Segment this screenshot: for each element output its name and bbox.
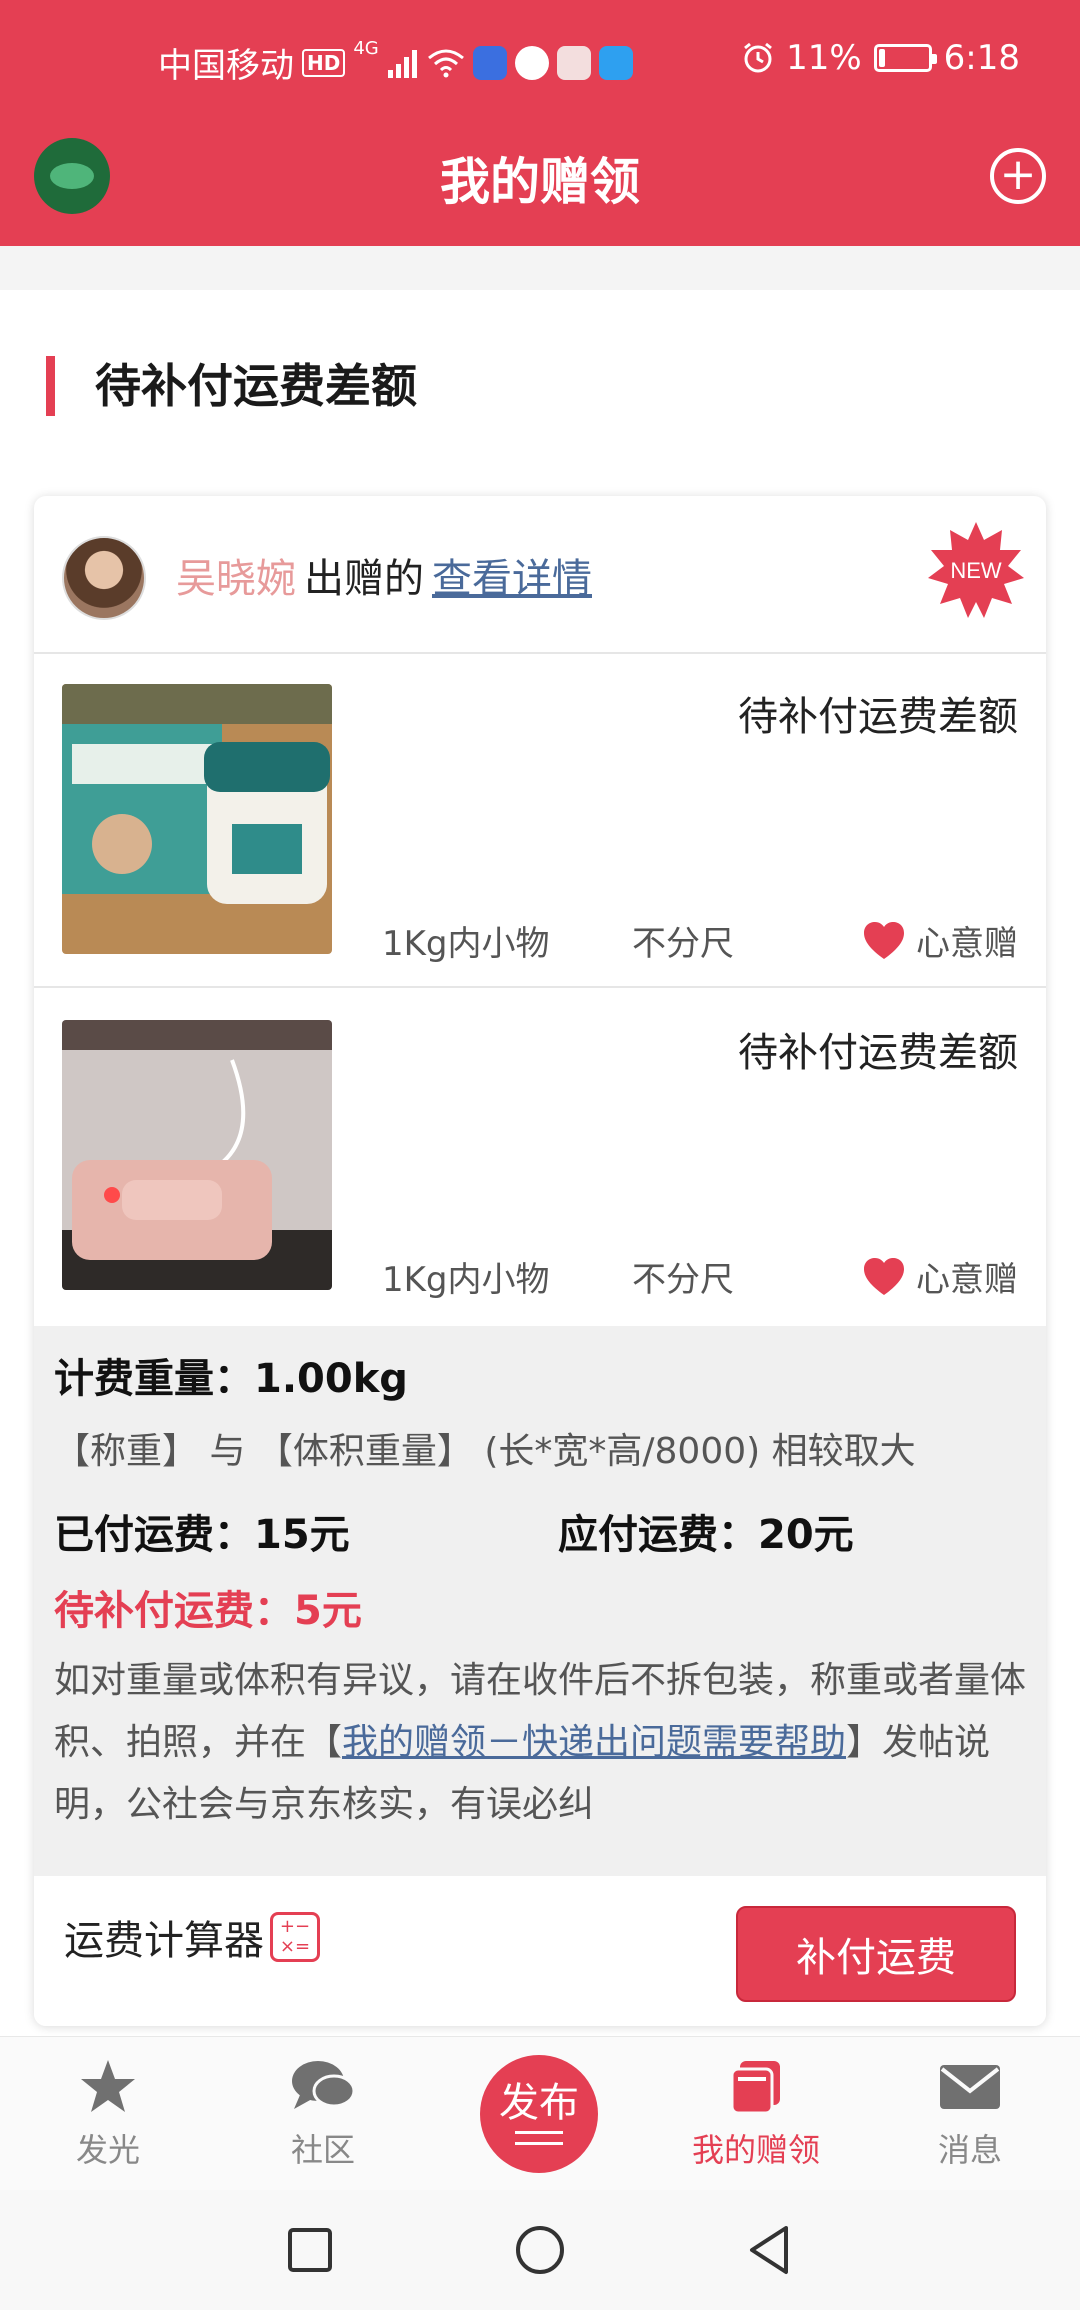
publish-line bbox=[515, 2131, 563, 2134]
item-status: 待补付运费差额 bbox=[738, 694, 1018, 740]
giver-name[interactable]: 吴晓婉 bbox=[176, 556, 296, 602]
chat-app-icon bbox=[514, 45, 549, 80]
star-icon bbox=[81, 2060, 135, 2112]
item-size: 不分尺 bbox=[632, 924, 734, 964]
wifi-icon bbox=[427, 49, 464, 77]
due-fee: 应付运费：20元 bbox=[558, 1512, 854, 1558]
status-left: 中国移动 HD 4G bbox=[158, 38, 633, 87]
battery-fill bbox=[878, 49, 885, 67]
clock: 6:18 bbox=[943, 38, 1020, 78]
gift-card: 吴晓婉 出赠的 查看详情 NEW 待补付运费差额 1Kg内小物 不分尺 心意赠 … bbox=[34, 496, 1046, 2026]
giver-suffix: 出赠的 bbox=[304, 556, 424, 602]
item-size: 不分尺 bbox=[632, 1260, 734, 1300]
item-meta: 1Kg内小物 不分尺 心意赠 bbox=[382, 916, 1018, 966]
item-thumbnail[interactable] bbox=[62, 1020, 332, 1290]
reader-app-icon bbox=[556, 45, 591, 80]
page-title: 我的赠领 bbox=[440, 153, 640, 211]
view-details-link[interactable]: 查看详情 bbox=[432, 556, 592, 602]
tab-my-gifts[interactable]: 我的赠领 bbox=[676, 2057, 836, 2171]
card-header: 吴晓婉 出赠的 查看详情 NEW bbox=[34, 496, 1046, 654]
publish-line bbox=[515, 2142, 563, 2145]
avatar[interactable] bbox=[62, 536, 146, 620]
hd-icon: HD bbox=[302, 48, 346, 77]
dispute-note: 如对重量或体积有异议，请在收件后不拆包装，称重或者量体积、拍照，并在【我的赠领－… bbox=[54, 1650, 1026, 1836]
paid-fee: 已付运费：15元 bbox=[54, 1512, 350, 1558]
main-content: 待补付运费差额 吴晓婉 出赠的 查看详情 NEW 待补付运费差额 1Kg内小物 … bbox=[0, 290, 1080, 2036]
system-nav-bar bbox=[0, 2190, 1080, 2310]
status-right: 11% 6:18 bbox=[742, 38, 1020, 78]
wipe-box-image bbox=[62, 1020, 332, 1290]
home-icon[interactable] bbox=[510, 2220, 570, 2280]
envelope-icon bbox=[940, 2065, 1000, 2109]
chat-bubbles-icon bbox=[292, 2061, 356, 2109]
signal-icon bbox=[387, 49, 417, 78]
section-title: 待补付运费差额 bbox=[46, 356, 417, 416]
tab-label: 社区 bbox=[290, 2131, 355, 2169]
billing-weight: 计费重量：1.00kg bbox=[54, 1356, 408, 1402]
new-badge-icon: NEW bbox=[928, 522, 1024, 618]
tab-community[interactable]: 社区 bbox=[243, 2057, 403, 2171]
list-item[interactable]: 待补付运费差额 1Kg内小物 不分尺 心意赠 bbox=[34, 654, 1046, 988]
add-button[interactable]: + bbox=[990, 148, 1046, 204]
list-item[interactable]: 待补付运费差额 1Kg内小物 不分尺 心意赠 bbox=[34, 990, 1046, 1324]
item-meta: 1Kg内小物 不分尺 心意赠 bbox=[382, 1252, 1018, 1302]
item-type: 心意赠 bbox=[862, 916, 1018, 965]
status-bar: 中国移动 HD 4G 11% 6:18 bbox=[0, 0, 1080, 124]
pay-shipping-button[interactable]: 补付运费 bbox=[736, 1906, 1016, 2002]
shipping-calculator[interactable]: 运费计算器 +− ×= bbox=[64, 1908, 320, 1966]
battery-percent: 11% bbox=[786, 38, 862, 78]
recent-apps-icon[interactable] bbox=[280, 2220, 340, 2280]
network-label: 4G bbox=[353, 38, 379, 59]
card-footer: 运费计算器 +− ×= 补付运费 bbox=[34, 1876, 1046, 2026]
back-icon[interactable] bbox=[740, 2220, 800, 2280]
new-badge-label: NEW bbox=[950, 558, 1002, 583]
bottom-tab-bar: 发光 社区 发布 我的赠领 消息 bbox=[0, 2036, 1080, 2190]
help-post-link[interactable]: 我的赠领－快递出问题需要帮助 bbox=[342, 1722, 846, 1763]
cream-jar-image bbox=[62, 684, 332, 954]
tab-label: 我的赠领 bbox=[691, 2131, 820, 2169]
tab-messages[interactable]: 消息 bbox=[890, 2057, 1050, 2171]
item-type-label: 心意赠 bbox=[916, 924, 1018, 964]
item-type-label: 心意赠 bbox=[916, 1260, 1018, 1300]
alarm-icon bbox=[744, 42, 772, 73]
heart-icon bbox=[864, 1257, 904, 1295]
fee-summary: 计费重量：1.00kg 【称重】 与 【体积重量】 (长*宽*高/8000) 相… bbox=[34, 1326, 1046, 1876]
giver-line: 吴晓婉 出赠的 查看详情 bbox=[176, 546, 592, 604]
remaining-fee: 待补付运费：5元 bbox=[54, 1588, 362, 1634]
tab-shine[interactable]: 发光 bbox=[28, 2057, 188, 2171]
calculator-label: 运费计算器 bbox=[64, 1918, 264, 1964]
item-weight: 1Kg内小物 bbox=[382, 1260, 550, 1300]
music-app-icon bbox=[472, 45, 507, 80]
weight-rule: 【称重】 与 【体积重量】 (长*宽*高/8000) 相较取大 bbox=[54, 1431, 916, 1472]
carrier-label: 中国移动 bbox=[158, 46, 294, 86]
publish-button[interactable]: 发布 bbox=[480, 2055, 598, 2173]
battery-icon bbox=[873, 44, 937, 72]
calculator-icon: +− ×= bbox=[270, 1912, 320, 1962]
gift-box-icon bbox=[730, 2061, 780, 2115]
item-weight: 1Kg内小物 bbox=[382, 924, 550, 964]
publish-label: 发布 bbox=[499, 2080, 579, 2126]
tab-label: 消息 bbox=[937, 2131, 1002, 2169]
search-app-icon bbox=[598, 45, 633, 80]
item-type: 心意赠 bbox=[862, 1252, 1018, 1301]
app-header: 我的赠领 + bbox=[0, 124, 1080, 246]
item-status: 待补付运费差额 bbox=[738, 1030, 1018, 1076]
tab-label: 发光 bbox=[75, 2131, 140, 2169]
item-thumbnail[interactable] bbox=[62, 684, 332, 954]
heart-icon bbox=[864, 921, 904, 959]
